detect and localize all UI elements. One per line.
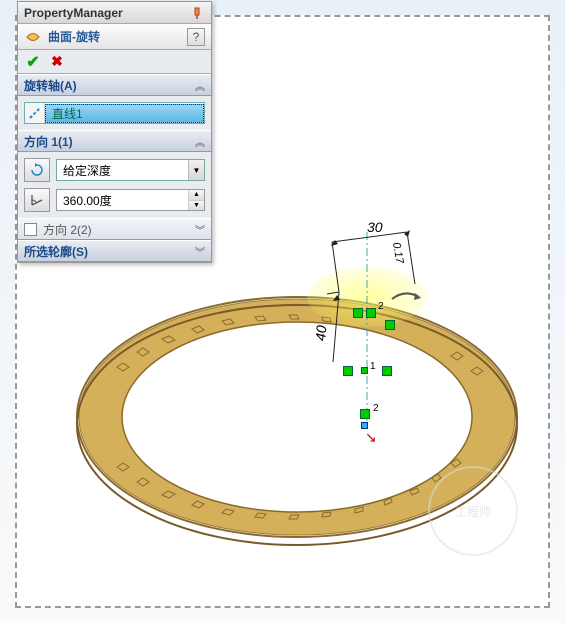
reverse-direction-button[interactable] xyxy=(24,158,50,182)
direction2-checkbox[interactable] xyxy=(24,223,37,236)
sketch-point xyxy=(382,366,392,376)
end-condition-value: 给定深度 xyxy=(57,162,188,179)
property-manager-panel: PropertyManager 曲面-旋转 ? ✔ ✖ 旋转轴(A) ︽ 直线1… xyxy=(17,1,212,263)
marker-label-2b: 2 xyxy=(373,403,379,414)
sketch-point xyxy=(361,367,368,374)
group-label: 方向 2(2) xyxy=(43,221,195,238)
origin-arrow: ↘ xyxy=(365,429,377,446)
feature-title: 曲面-旋转 xyxy=(48,28,187,45)
group-label: 方向 1(1) xyxy=(24,133,195,150)
sketch-point xyxy=(385,320,395,330)
panel-titlebar[interactable]: PropertyManager xyxy=(18,2,211,24)
sketch-point xyxy=(366,308,376,318)
feature-header: 曲面-旋转 ? xyxy=(18,24,211,50)
marker-label-2: 2 xyxy=(378,301,384,312)
group-revolve-axis[interactable]: 旋转轴(A) ︽ xyxy=(18,74,211,96)
revolve-direction-arrow xyxy=(387,287,427,312)
chevron-down-icon: ︾ xyxy=(195,244,205,259)
chevron-up-icon: ︽ xyxy=(195,78,205,93)
surface-revolve-icon xyxy=(24,28,42,46)
cancel-button[interactable]: ✖ xyxy=(48,53,66,71)
angle-spinner[interactable]: 360.00度 ▲ ▼ xyxy=(56,189,205,211)
sketch-origin xyxy=(361,422,368,429)
angle-icon xyxy=(24,188,50,212)
chevron-up-icon: ︽ xyxy=(195,134,205,149)
group-axis-body: 直线1 xyxy=(18,96,211,130)
axis-line-icon xyxy=(25,103,45,123)
sketch-point xyxy=(353,308,363,318)
angle-value[interactable]: 360.00度 xyxy=(57,190,188,210)
ok-button[interactable]: ✔ xyxy=(24,53,42,71)
help-button[interactable]: ? xyxy=(187,28,205,46)
dimension-width[interactable]: 30 xyxy=(367,219,383,235)
chevron-down-icon: ︾ xyxy=(195,222,205,237)
spinner-down-button[interactable]: ▼ xyxy=(189,201,204,211)
group-direction1[interactable]: 方向 1(1) ︽ xyxy=(18,130,211,152)
axis-selected-value: 直线1 xyxy=(45,104,204,123)
chevron-down-icon: ▼ xyxy=(188,160,204,180)
end-condition-combo[interactable]: 给定深度 ▼ xyxy=(56,159,205,181)
sketch-point xyxy=(343,366,353,376)
group-contour[interactable]: 所选轮廓(S) ︾ xyxy=(18,240,211,262)
dimension-height[interactable]: 40 xyxy=(312,325,329,342)
group-label: 所选轮廓(S) xyxy=(24,243,195,260)
watermark: 工程师 xyxy=(428,466,518,556)
confirm-bar: ✔ ✖ xyxy=(18,50,211,74)
marker-label-1: 1 xyxy=(370,361,376,372)
axis-selection-box[interactable]: 直线1 xyxy=(24,102,205,124)
sketch-point xyxy=(360,409,370,419)
group-direction2[interactable]: 方向 2(2) ︾ xyxy=(18,218,211,240)
group-direction1-body: 给定深度 ▼ 360.00度 ▲ ▼ xyxy=(18,152,211,218)
group-label: 旋转轴(A) xyxy=(24,77,195,94)
panel-title: PropertyManager xyxy=(24,6,189,20)
spinner-up-button[interactable]: ▲ xyxy=(189,190,204,201)
pin-icon[interactable] xyxy=(189,6,205,20)
